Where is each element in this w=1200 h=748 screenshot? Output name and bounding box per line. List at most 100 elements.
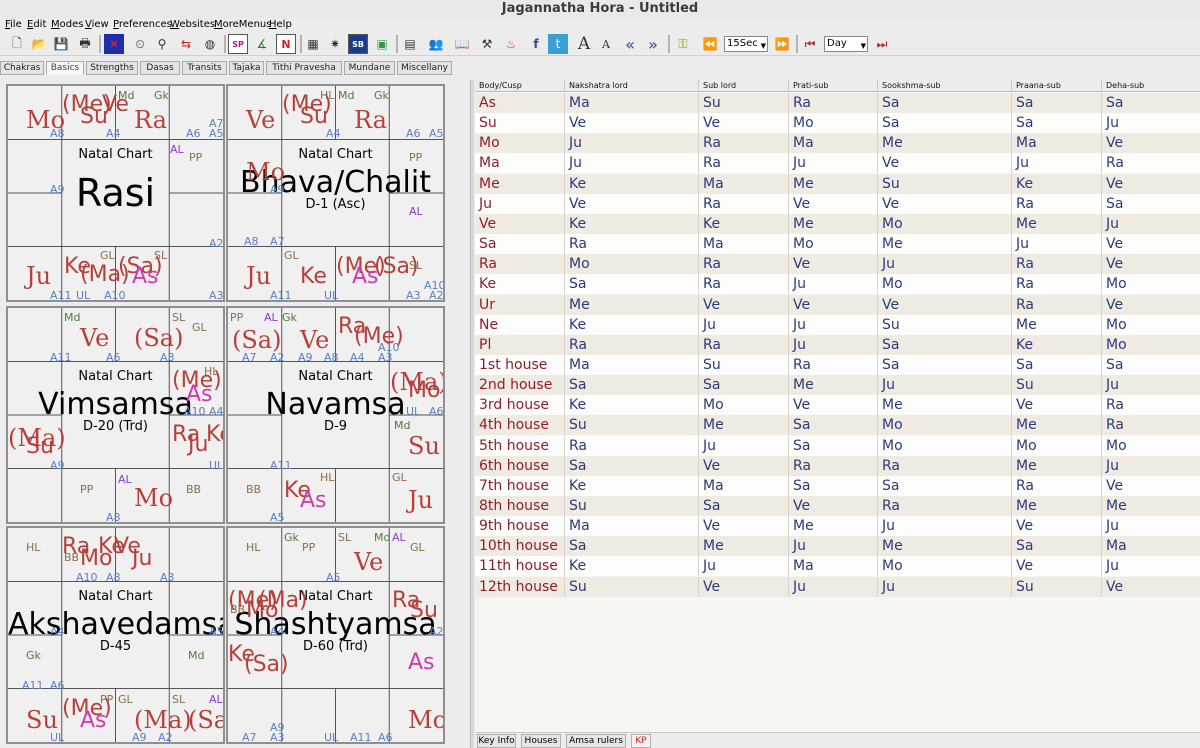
fire-icon[interactable]: ♨ bbox=[501, 34, 521, 54]
tools-icon[interactable]: ⚒ bbox=[477, 34, 497, 54]
table-row[interactable]: 3rd house Ke Mo Ve Me Ve Ra bbox=[475, 395, 1200, 416]
tab-key-info[interactable]: Key Info bbox=[477, 734, 516, 748]
table-row[interactable]: Ne Ke Ju Ju Su Me Mo bbox=[475, 314, 1200, 335]
table-row[interactable]: 10th house Sa Me Ju Me Sa Ma bbox=[475, 536, 1200, 557]
sun-icon[interactable]: ✷ bbox=[325, 34, 345, 54]
back-double-icon[interactable]: « bbox=[620, 34, 640, 54]
table-row[interactable]: 8th house Su Sa Ve Ra Me Me bbox=[475, 496, 1200, 516]
table-row[interactable]: Mo Ju Ra Ma Me Ma Ve bbox=[475, 133, 1200, 154]
tab-strengths[interactable]: Strengths bbox=[86, 61, 138, 75]
tab-kp[interactable]: KP bbox=[631, 734, 651, 748]
forward-double-icon[interactable]: » bbox=[643, 34, 663, 54]
tab-tithi-pravesha[interactable]: Tithi Pravesha bbox=[266, 61, 342, 75]
menu-preferences[interactable]: Preferences bbox=[113, 19, 172, 31]
grid-chart-icon[interactable]: ▦ bbox=[303, 34, 323, 54]
table-row[interactable]: 11th house Ke Ju Ma Mo Ve Ju bbox=[475, 556, 1200, 577]
column-header[interactable]: Deha-sub bbox=[1101, 80, 1200, 92]
table-row[interactable]: Su Ve Ve Mo Sa Sa Ju bbox=[475, 113, 1200, 134]
table-row[interactable]: Ju Ve Ra Ve Ve Ra Sa bbox=[475, 193, 1200, 214]
tab-dasas[interactable]: Dasas bbox=[140, 61, 180, 75]
menu-view[interactable]: View bbox=[85, 19, 109, 31]
target-square-icon[interactable]: ▣ bbox=[372, 34, 392, 54]
step-unit-select[interactable]: Day ▼ bbox=[824, 36, 868, 52]
table-row[interactable]: 4th house Su Me Sa Mo Me Ra bbox=[475, 415, 1200, 436]
book-icon[interactable]: 📖 bbox=[452, 34, 472, 54]
tab-mundane[interactable]: Mundane bbox=[344, 61, 395, 75]
facebook-icon[interactable]: f bbox=[526, 34, 546, 54]
table-row[interactable]: 1st house Ma Su Ra Sa Sa Sa bbox=[475, 354, 1200, 375]
menu-file[interactable]: File bbox=[5, 19, 22, 31]
menu-help[interactable]: Help bbox=[269, 19, 292, 31]
print-icon[interactable]: 🖶 bbox=[75, 34, 95, 54]
column-header[interactable]: Nakshatra lord bbox=[564, 80, 698, 92]
lord-cell: Ra bbox=[877, 455, 1011, 476]
step-back-icon[interactable]: ⏮ bbox=[800, 34, 820, 54]
twitter-icon[interactable]: t bbox=[548, 34, 568, 54]
chart-shashtyamsa[interactable]: Natal Chart Shashtyamsa D-60 (Trd) HL Gk… bbox=[226, 526, 445, 744]
menu-edit[interactable]: Edit bbox=[27, 19, 46, 31]
column-header[interactable]: Praana-sub bbox=[1011, 80, 1101, 92]
column-header[interactable]: Prati-sub bbox=[788, 80, 877, 92]
font-larger-icon[interactable]: A bbox=[574, 34, 594, 54]
step-forward-icon[interactable]: ⏭ bbox=[872, 34, 892, 54]
table-row[interactable]: Sa Ra Ma Mo Me Ju Ve bbox=[475, 234, 1200, 255]
table-row[interactable]: Ra Mo Ra Ve Ju Ra Ve bbox=[475, 254, 1200, 275]
table-row[interactable]: Ke Sa Ra Ju Mo Ra Mo bbox=[475, 274, 1200, 295]
upagraha-hl: HL bbox=[26, 541, 41, 554]
table-icon[interactable]: ▤ bbox=[400, 34, 420, 54]
tab-tajaka[interactable]: Tajaka bbox=[229, 61, 264, 75]
chart-rasi[interactable]: Natal Chart Rasi Mo (Me) Su Ve Md Gk Ra … bbox=[6, 84, 225, 302]
table-row[interactable]: 9th house Ma Ve Me Ju Ve Ju bbox=[475, 516, 1200, 537]
chart-vimsamsa[interactable]: Natal Chart Vimsamsa D-20 (Trd) Md SL GL… bbox=[6, 306, 225, 524]
sb-box-icon[interactable]: SB bbox=[348, 34, 368, 54]
table-row[interactable]: 7th house Ke Ma Sa Sa Ra Ve bbox=[475, 475, 1200, 496]
tab-miscellany[interactable]: Miscellany bbox=[397, 61, 452, 75]
open-folder-icon[interactable]: 📂 bbox=[29, 34, 49, 54]
chart-navamsa[interactable]: Natal Chart Navamsa D-9 PP AL Gk (Sa) Ve… bbox=[226, 306, 445, 524]
people-icon[interactable]: 👥 bbox=[426, 34, 446, 54]
tab-houses[interactable]: Houses bbox=[521, 734, 561, 748]
step-period-select[interactable]: 15Sec ▼ bbox=[724, 36, 768, 52]
chart-edit-icon[interactable]: ✕ bbox=[104, 34, 124, 54]
table-row[interactable]: 6th house Sa Ve Ra Ra Me Ju bbox=[475, 455, 1200, 476]
menu-moremenus[interactable]: MoreMenus bbox=[214, 19, 271, 31]
chart-bhava-chalit[interactable]: Natal Chart Bhava/Chalit D-1 (Asc) Ve (M… bbox=[226, 84, 445, 302]
compass-icon[interactable]: ∡ bbox=[252, 34, 272, 54]
help-key-icon[interactable]: ⚿ bbox=[673, 34, 693, 54]
table-row[interactable]: Me Ke Ma Me Su Ke Ve bbox=[475, 173, 1200, 194]
table-row[interactable]: As Ma Su Ra Sa Sa Sa bbox=[475, 93, 1200, 113]
tab-transits[interactable]: Transits bbox=[182, 61, 227, 75]
menu-modes[interactable]: Modes bbox=[51, 19, 83, 31]
lord-cell: Ke bbox=[564, 213, 698, 234]
data-clock-icon[interactable]: ⏲ bbox=[130, 34, 150, 54]
font-smaller-icon[interactable]: A bbox=[596, 34, 616, 54]
column-header[interactable]: Sookshma-sub bbox=[877, 80, 1011, 92]
menu-websites[interactable]: Websites bbox=[170, 19, 215, 31]
lord-cell: Me bbox=[1011, 213, 1101, 234]
time-back-icon[interactable]: ⏪ bbox=[700, 34, 720, 54]
table-row[interactable]: 12th house Su Ve Ju Ju Su Ve bbox=[475, 576, 1200, 597]
tab-amsa-rulers[interactable]: Amsa rulers bbox=[566, 734, 626, 748]
table-row[interactable]: Ma Ju Ra Ju Ve Ju Ra bbox=[475, 153, 1200, 174]
column-header[interactable]: Sub lord bbox=[698, 80, 788, 92]
sp-kh-icon[interactable]: SP bbox=[228, 34, 248, 54]
upagraha-gk: Gk bbox=[282, 311, 297, 324]
time-forward-icon[interactable]: ⏩ bbox=[772, 34, 792, 54]
n-box-icon[interactable]: N bbox=[276, 34, 296, 54]
new-file-icon[interactable]: 🗋 bbox=[7, 34, 27, 54]
table-row[interactable]: Ur Me Ve Ve Ve Ra Ve bbox=[475, 294, 1200, 315]
save-icon[interactable]: 💾 bbox=[51, 34, 71, 54]
search-people-icon[interactable]: ⚲ bbox=[152, 34, 172, 54]
table-row[interactable]: Pl Ra Ra Ju Sa Ke Mo bbox=[475, 334, 1200, 355]
table-row[interactable]: 5th house Ra Ju Sa Mo Mo Mo bbox=[475, 435, 1200, 456]
panel-splitter[interactable] bbox=[470, 80, 474, 748]
transfer-icon[interactable]: ⇆ bbox=[176, 34, 196, 54]
table-row[interactable]: 2nd house Sa Sa Me Ju Su Ju bbox=[475, 375, 1200, 396]
globe-icon[interactable]: ◍ bbox=[200, 34, 220, 54]
column-header[interactable]: Body/Cusp bbox=[475, 80, 564, 92]
chart-akshavedamsa[interactable]: Natal Chart Akshavedamsa D-45 HL Ra Mo K… bbox=[6, 526, 225, 744]
planet-ma: (Ma) bbox=[258, 588, 308, 613]
table-row[interactable]: Ve Ke Ke Me Mo Me Ju bbox=[475, 213, 1200, 234]
tab-chakras[interactable]: Chakras bbox=[0, 61, 44, 75]
tab-basics[interactable]: Basics bbox=[46, 61, 84, 75]
